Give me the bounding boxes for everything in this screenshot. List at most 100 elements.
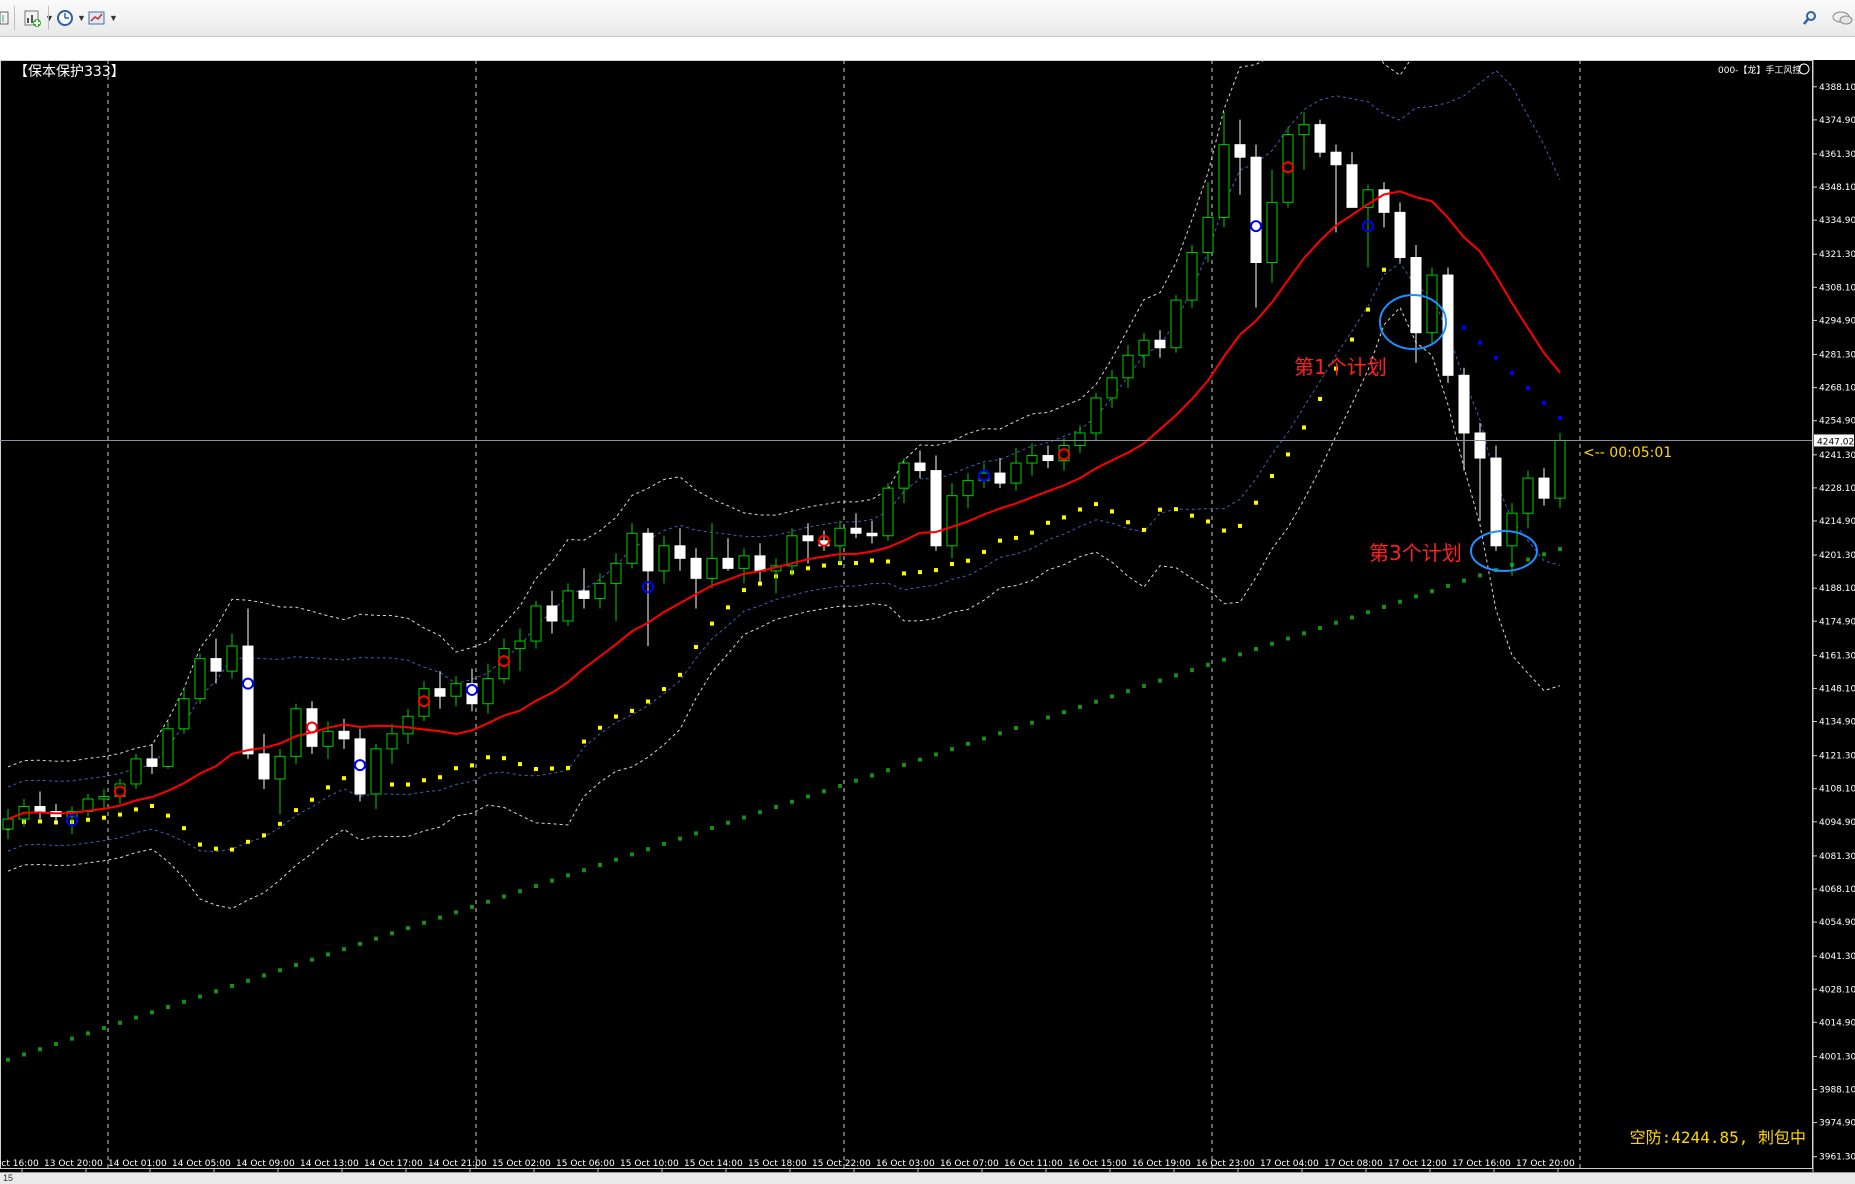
sar-dot (742, 588, 746, 593)
chevron-down-icon[interactable]: ▼ (77, 13, 86, 23)
sar-dot (966, 558, 970, 563)
trend-dot (1446, 583, 1450, 588)
trend-dot (1350, 615, 1354, 620)
search-button[interactable] (1802, 6, 1818, 30)
trend-dot (902, 762, 906, 767)
trend-dot (246, 978, 250, 983)
history-button[interactable]: ▼ (56, 6, 86, 30)
sar-dot (150, 804, 154, 809)
x-tick-label: 13 Oct 16:00 (0, 1159, 39, 1169)
sar-dot (1494, 355, 1498, 360)
trend-dot (86, 1031, 90, 1036)
chat-button[interactable] (1831, 6, 1853, 30)
candle-body (786, 535, 798, 567)
trend-dot (1030, 720, 1034, 725)
sar-dot (822, 563, 826, 568)
chevron-down-icon[interactable]: ▼ (109, 13, 118, 23)
trend-dot (710, 826, 714, 831)
y-tick-label: 4281.30 (1819, 351, 1855, 361)
candle-body (1538, 477, 1550, 499)
status-bar: 15 (0, 1172, 1855, 1184)
candle-body (434, 688, 446, 697)
candle-body (1346, 164, 1358, 208)
candle-body (274, 755, 286, 780)
candle-body (210, 658, 222, 672)
chart-canvas[interactable]: 【保本保护333】 000-【龙】手工风控第1个计划第3个计划 <-- 00:05:… (0, 60, 1855, 1172)
x-tick-label: 16 Oct 15:00 (1068, 1159, 1127, 1169)
candle-body (1106, 377, 1118, 399)
trend-dot (1254, 647, 1258, 652)
trend-dot (1526, 557, 1530, 562)
y-tick-label: 3961.30 (1819, 1153, 1855, 1163)
sar-dot (902, 571, 906, 576)
trend-dot (1142, 683, 1146, 688)
candle-body (706, 557, 718, 579)
sar-dot (726, 605, 730, 610)
status-tab-label[interactable]: 15 (3, 1173, 13, 1183)
candle-body (882, 487, 894, 537)
sar-dot (502, 756, 506, 761)
sar-dot (422, 778, 426, 783)
x-tick-label: 16 Oct 03:00 (876, 1159, 935, 1169)
sar-dot (1302, 425, 1306, 430)
candle-body (514, 640, 526, 650)
trend-dot (1334, 620, 1338, 625)
sar-dot (310, 797, 314, 802)
bollinger-upper-inner (7, 69, 1561, 788)
x-tick-label: 16 Oct 19:00 (1132, 1159, 1191, 1169)
sar-dot (982, 549, 986, 554)
plan1-label: 第1个计划 (1294, 355, 1387, 379)
candle-body (1026, 455, 1038, 464)
candle-body (194, 658, 206, 700)
chart-properties-icon[interactable] (0, 6, 10, 30)
y-tick-label: 4388.10 (1819, 83, 1855, 93)
candle-body (402, 715, 414, 735)
price-chart[interactable]: 【保本保护333】 000-【龙】手工风控 第1个计划 第3个计划 <-- 00:05:… (0, 60, 1855, 1172)
candle-body (546, 605, 558, 622)
candle-body (850, 527, 862, 534)
candle-body (754, 555, 766, 572)
sar-dot (214, 846, 218, 851)
new-chart-button[interactable]: ▼ (24, 6, 54, 30)
candle-body (530, 605, 542, 642)
templates-button[interactable]: ▼ (88, 6, 118, 30)
sar-dot (38, 819, 42, 824)
sar-dot (166, 813, 170, 818)
sar-dot (934, 568, 938, 573)
trend-dot (470, 905, 474, 910)
sar-dot (1270, 473, 1274, 478)
trend-dot (694, 831, 698, 836)
sar-dot (1462, 325, 1466, 330)
plan3-circle (1470, 530, 1538, 572)
templates-icon (88, 11, 105, 25)
trend-dot (550, 878, 554, 883)
x-tick-label: 17 Oct 20:00 (1516, 1159, 1575, 1169)
trend-dot (806, 794, 810, 799)
sar-dot (1174, 507, 1178, 512)
y-tick-label: 4334.90 (1819, 216, 1855, 226)
sar-dot (1542, 400, 1546, 405)
x-tick-label: 14 Oct 01:00 (108, 1159, 167, 1169)
y-tick-label: 4228.10 (1819, 484, 1855, 494)
trend-dot (534, 883, 538, 888)
candle-body (1506, 512, 1518, 547)
x-tick-label: 16 Oct 11:00 (1004, 1159, 1063, 1169)
candle-body (834, 527, 846, 547)
sar-dot (438, 775, 442, 780)
sar-dot (662, 687, 666, 692)
candle-body (1042, 455, 1054, 462)
candle-body (146, 758, 158, 767)
trend-dot (838, 783, 842, 788)
trend-dot (1398, 599, 1402, 604)
candle-body (962, 480, 974, 497)
trend-dot (262, 973, 266, 978)
y-tick-label: 4068.10 (1819, 885, 1855, 895)
candle-body (1522, 477, 1534, 514)
x-tick-label: 15 Oct 14:00 (684, 1159, 743, 1169)
bollinger-lower-outer (7, 306, 1561, 910)
chevron-down-icon[interactable]: ▼ (45, 13, 54, 23)
sar-dot (614, 714, 618, 719)
x-tick-label: 17 Oct 04:00 (1260, 1159, 1319, 1169)
x-tick-label: 16 Oct 23:00 (1196, 1159, 1255, 1169)
sar-dot (870, 558, 874, 563)
